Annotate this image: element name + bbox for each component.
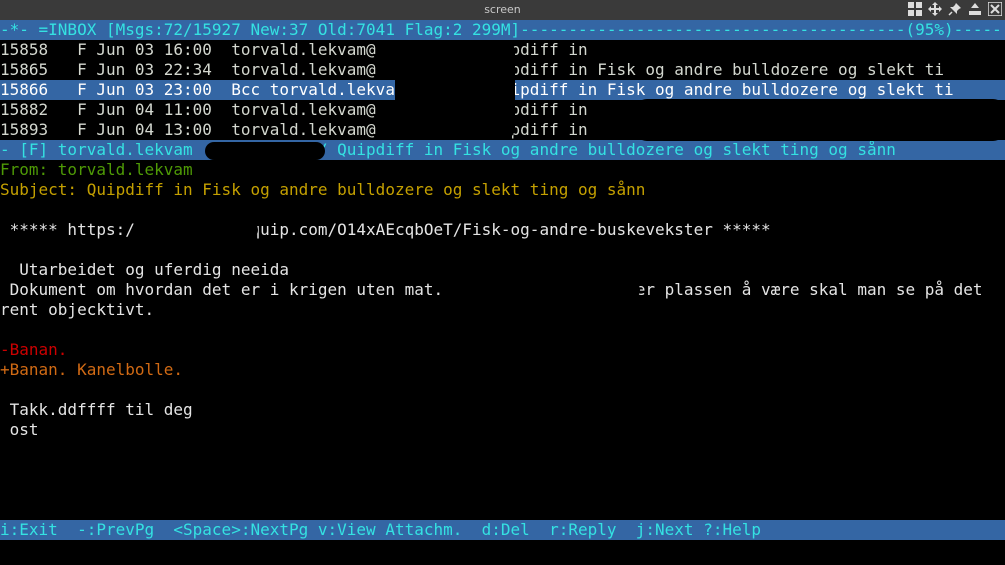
header-subject: Subject: Quipdiff in Fisk og andre bulld… [0,180,646,199]
terminal[interactable]: -*- =INBOX [Msgs:72/15927 New:37 Old:704… [0,20,1005,565]
redaction [635,99,1005,141]
body-line: ost [0,420,39,439]
pin-icon[interactable] [947,1,963,17]
window-title: screen [484,3,521,16]
mailbox-status-bar: -*- =INBOX [Msgs:72/15927 New:37 Old:704… [0,20,1005,40]
redaction [470,281,640,299]
redaction [150,221,258,239]
minimize-icon[interactable] [967,1,983,17]
redaction [635,40,1005,58]
window-titlebar[interactable]: screen [0,0,1005,20]
redaction [205,142,325,160]
redaction [200,161,400,179]
close-icon[interactable] [987,1,1003,17]
body-line: Utarbeidet og uferdig neeida [0,260,289,279]
grid-icon[interactable] [907,1,923,17]
window-controls [907,1,1003,19]
diff-removed-line: -Banan. [0,340,68,359]
redaction [395,40,515,140]
move-icon[interactable] [927,1,943,17]
diff-added-line: +Banan. Kanelbolle. [0,360,184,379]
body-line: rent objecktivt. [0,300,155,319]
pager-status-bar: - [F] torvald.lekvam / Quipdiff in Fisk … [0,140,1005,160]
header-from: From: torvald.lekvam [0,160,193,179]
help-bar[interactable]: i:Exit -:PrevPg <Space>:NextPg v:View At… [0,520,1005,540]
body-line: Takk.ddffff til deg [0,400,193,419]
